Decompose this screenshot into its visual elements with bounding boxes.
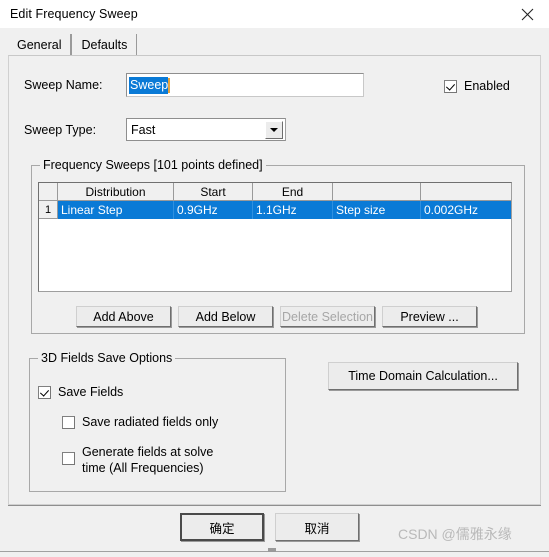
grid-header-end[interactable]: End — [253, 183, 333, 201]
grid-header-extra-value[interactable] — [421, 183, 511, 201]
save-options-title: 3D Fields Save Options — [38, 351, 176, 365]
tab-general[interactable]: General — [8, 34, 72, 55]
scroll-nub[interactable] — [268, 548, 276, 552]
tab-defaults-label: Defaults — [81, 37, 128, 52]
grid-header-row: Distribution Start End — [39, 183, 511, 201]
tab-general-label: General — [17, 37, 62, 52]
row-distribution[interactable]: Linear Step — [58, 201, 174, 219]
tab-strip: General Defaults — [8, 33, 541, 55]
row-extra-label[interactable]: Step size — [333, 201, 421, 219]
sweep-type-dropdown[interactable]: Fast — [126, 118, 286, 141]
checkbox-box-icon — [444, 80, 457, 93]
enabled-checkbox[interactable]: Enabled — [444, 79, 510, 94]
table-row[interactable]: 1 Linear Step 0.9GHz 1.1GHz Step size 0.… — [39, 201, 511, 219]
row-end[interactable]: 1.1GHz — [253, 201, 333, 219]
save-fields-checkbox[interactable]: Save Fields — [38, 385, 123, 400]
sweep-name-input[interactable]: Sweep — [126, 73, 364, 97]
grid-header-start[interactable]: Start — [174, 183, 253, 201]
tab-defaults[interactable]: Defaults — [71, 34, 138, 55]
preview-button[interactable]: Preview ... — [382, 306, 477, 327]
grid-header-distribution[interactable]: Distribution — [58, 183, 174, 201]
save-radiated-fields-checkbox[interactable]: Save radiated fields only — [62, 415, 218, 430]
row-extra-value[interactable]: 0.002GHz — [421, 201, 511, 219]
time-domain-calculation-button[interactable]: Time Domain Calculation... — [328, 362, 518, 390]
window-title: Edit Frequency Sweep — [10, 7, 138, 21]
footer-separator — [8, 505, 541, 506]
close-glyph — [521, 8, 533, 20]
generate-fields-checkbox[interactable]: Generate fields at solve time (All Frequ… — [62, 444, 213, 476]
text-caret — [168, 77, 171, 93]
checkbox-box-icon — [62, 416, 75, 429]
grid-header-rownum[interactable] — [39, 183, 58, 201]
add-above-button[interactable]: Add Above — [76, 306, 171, 327]
sweep-name-label: Sweep Name: — [24, 78, 103, 92]
watermark: CSDN @儒雅永缘 — [398, 526, 512, 542]
cancel-button[interactable]: 取消 — [275, 513, 359, 541]
checkbox-box-icon — [62, 452, 75, 465]
frequency-sweeps-grid[interactable]: Distribution Start End 1 Linear Step 0.9… — [38, 182, 512, 292]
row-number: 1 — [39, 201, 58, 219]
sweep-type-value: Fast — [131, 122, 156, 137]
title-bar: Edit Frequency Sweep — [0, 0, 549, 28]
generate-fields-label-line2: time (All Frequencies) — [82, 461, 204, 475]
sweep-name-value: Sweep — [129, 76, 169, 94]
grid-header-extra-label[interactable] — [333, 183, 421, 201]
checkbox-box-icon — [38, 386, 51, 399]
close-icon[interactable] — [505, 0, 549, 28]
enabled-label: Enabled — [464, 79, 510, 93]
add-below-button[interactable]: Add Below — [178, 306, 273, 327]
save-fields-label: Save Fields — [58, 385, 124, 399]
frequency-sweeps-title: Frequency Sweeps [101 points defined] — [40, 158, 266, 172]
chevron-down-icon[interactable] — [265, 120, 283, 139]
row-start[interactable]: 0.9GHz — [174, 201, 253, 219]
generate-fields-label-line1: Generate fields at solve — [82, 445, 214, 459]
delete-selection-button: Delete Selection — [280, 306, 375, 327]
save-radiated-fields-label: Save radiated fields only — [82, 415, 219, 429]
ok-button[interactable]: 确定 — [180, 513, 264, 541]
chevron-down-glyph — [270, 127, 278, 132]
sweep-type-label: Sweep Type: — [24, 123, 97, 137]
